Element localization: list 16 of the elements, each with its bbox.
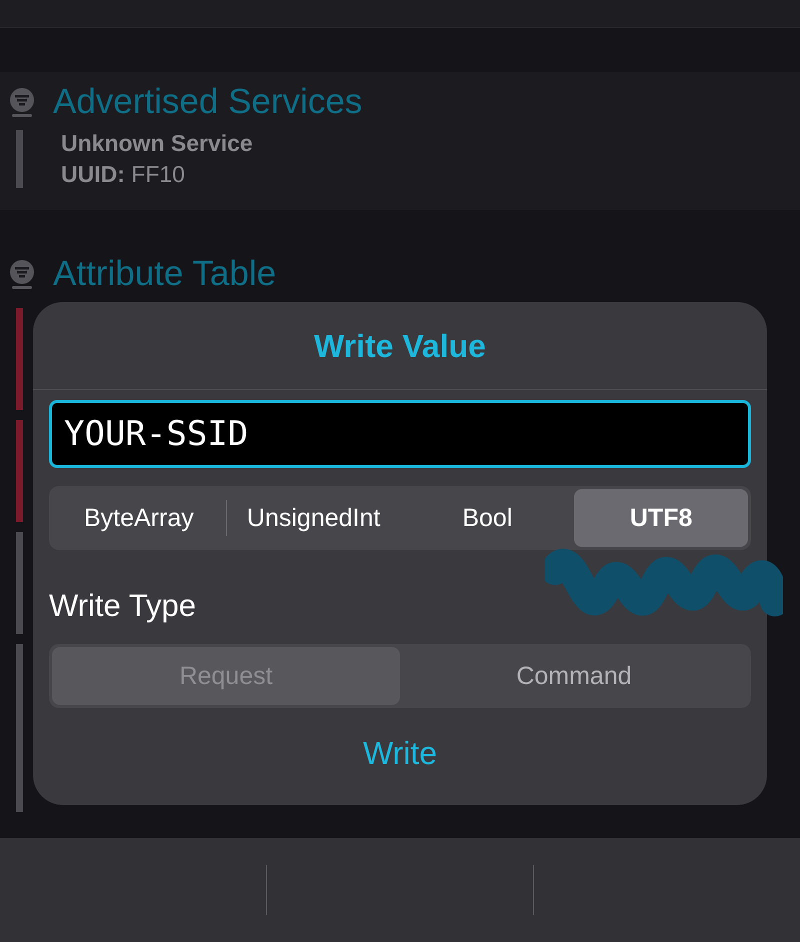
segment-button[interactable]: UTF8 (574, 489, 748, 547)
list-icon (7, 87, 37, 117)
section-title: Attribute Table (53, 254, 276, 294)
service-uuid: UUID: FF10 (61, 161, 186, 188)
section-title: Advertised Services (53, 82, 362, 122)
value-field[interactable]: YOUR-SSID (49, 400, 751, 468)
write-type-label: Write Type (49, 588, 198, 624)
segment-button[interactable]: UnsignedInt (226, 489, 400, 547)
item-marker (16, 130, 23, 188)
list-icon (7, 259, 37, 289)
segment-button[interactable]: ByteArray (52, 489, 226, 547)
dialog-title: Write Value (33, 302, 767, 390)
write-button[interactable]: Write (356, 734, 444, 773)
service-name: Unknown Service (61, 130, 253, 157)
segment-button[interactable]: Command (400, 647, 748, 705)
segment-button[interactable]: Bool (400, 489, 574, 547)
